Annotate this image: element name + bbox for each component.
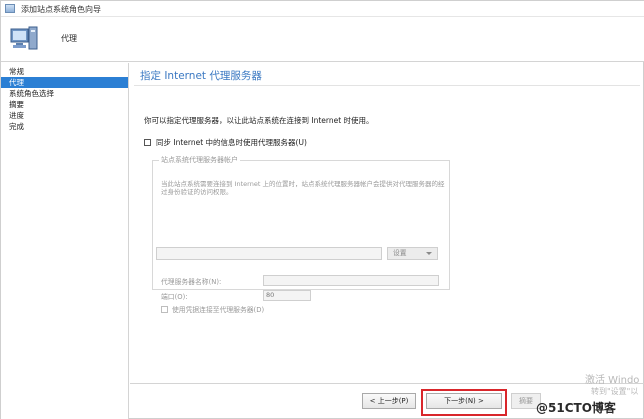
proxy-account-description: 当此站点系统需要连接到 Internet 上的位置时，站点系统代理服务器帐户会提… <box>161 180 445 196</box>
proxy-account-group: 站点系统代理服务器帐户 当此站点系统需要连接到 Internet 上的位置时，站… <box>152 155 450 314</box>
content-pane: 指定 Internet 代理服务器 你可以指定代理服务器，以让此站点系统在连接到… <box>130 63 644 383</box>
computer-icon <box>10 26 38 50</box>
nav-item-role-selection[interactable]: 系统角色选择 <box>1 88 128 99</box>
nav-item-general[interactable]: 常规 <box>1 66 128 77</box>
sync-proxy-label[interactable]: 同步 Internet 中的信息时使用代理服务器(U) <box>156 137 307 148</box>
port-label: 端口(O): <box>161 293 188 301</box>
window-title: 添加站点系统角色向导 <box>21 5 101 14</box>
wizard-window: 添加站点系统角色向导 代理 常规 代理 系统角色选择 摘要 进度 完成 指定 I… <box>0 0 644 419</box>
previous-button[interactable]: < 上一步(P) <box>362 393 416 409</box>
activation-watermark: 激活 Windo <box>585 375 640 386</box>
wizard-app-icon <box>5 4 15 13</box>
port-input[interactable]: 80 <box>263 290 311 301</box>
proxy-name-label: 代理服务器名称(N): <box>161 278 222 286</box>
brand-watermark: @51CTO博客 <box>536 401 616 415</box>
settings-dropdown-button[interactable]: 设置 <box>387 247 438 260</box>
credentials-row[interactable]: 使用凭据连接至代理服务器(D) <box>161 304 264 314</box>
wizard-header: 代理 <box>1 17 644 62</box>
footer-divider <box>130 383 644 384</box>
title-divider <box>134 85 640 86</box>
nav-item-proxy[interactable]: 代理 <box>1 77 128 88</box>
sync-proxy-checkbox[interactable] <box>144 138 151 146</box>
credentials-account-input[interactable] <box>156 247 382 260</box>
page-title: 指定 Internet 代理服务器 <box>140 70 262 82</box>
settings-label: 设置 <box>393 249 407 257</box>
proxy-name-input[interactable] <box>263 275 439 286</box>
activation-subtext: 转到"设置"以 <box>591 387 639 396</box>
wizard-nav: 常规 代理 系统角色选择 摘要 进度 完成 <box>1 63 129 419</box>
credentials-checkbox[interactable] <box>161 305 168 313</box>
proxy-account-legend: 站点系统代理服务器帐户 <box>161 156 238 164</box>
nav-item-summary[interactable]: 摘要 <box>1 99 128 110</box>
sync-proxy-row[interactable]: 同步 Internet 中的信息时使用代理服务器(U) <box>144 137 307 147</box>
title-bar: 添加站点系统角色向导 <box>1 1 644 17</box>
nav-item-completion[interactable]: 完成 <box>1 121 128 132</box>
credentials-label[interactable]: 使用凭据连接至代理服务器(D) <box>172 304 264 314</box>
chevron-down-icon <box>426 252 432 255</box>
next-button-highlight <box>421 389 507 416</box>
intro-text: 你可以指定代理服务器，以让此站点系统在连接到 Internet 时使用。 <box>144 116 374 125</box>
header-title: 代理 <box>61 34 77 43</box>
nav-item-progress[interactable]: 进度 <box>1 110 128 121</box>
